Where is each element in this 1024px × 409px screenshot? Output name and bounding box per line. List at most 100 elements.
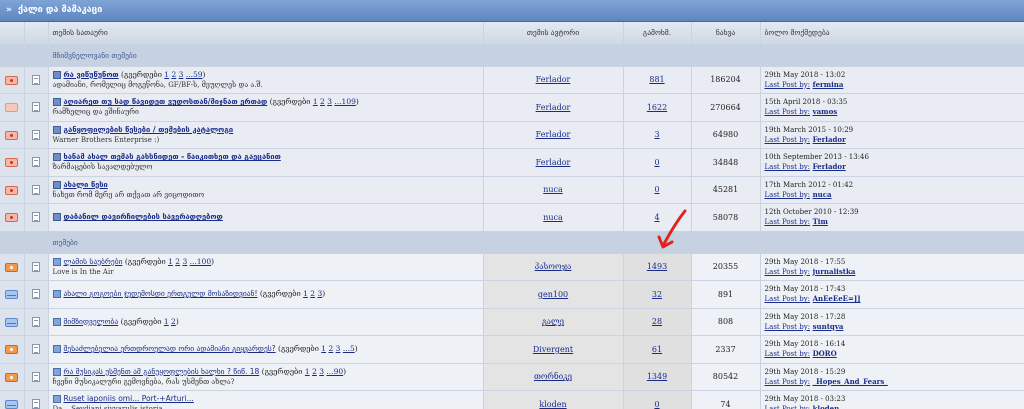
- last-post-user-link[interactable]: Tim: [813, 217, 828, 226]
- last-post-user-link[interactable]: kloden: [813, 404, 840, 409]
- col-replies-header[interactable]: გამოხმ.: [623, 22, 692, 45]
- pin-icon: [52, 70, 61, 79]
- title-cell: ხანამ ახალ თემას გახსნიდეთ - წაიკითხეთ დ…: [48, 148, 484, 177]
- page-link[interactable]: 3: [327, 97, 332, 106]
- topic-title-link[interactable]: ახალი წესი: [64, 180, 108, 189]
- last-post-link[interactable]: Last Post by:: [765, 136, 811, 144]
- author-link[interactable]: nuca: [543, 185, 563, 194]
- page-link[interactable]: 3: [336, 344, 341, 353]
- page-link[interactable]: 1: [303, 289, 308, 298]
- last-post-user-link[interactable]: vamos: [813, 107, 838, 116]
- last-post-user-link[interactable]: Ferlador: [813, 162, 846, 171]
- last-post-link[interactable]: Last Post by:: [765, 163, 811, 171]
- replies-link[interactable]: 4: [654, 213, 659, 222]
- author-link[interactable]: nuca: [543, 213, 563, 222]
- author-link[interactable]: Ferlador: [536, 103, 571, 112]
- last-post-link[interactable]: Last Post by:: [765, 405, 811, 409]
- page-link[interactable]: 1: [164, 317, 169, 326]
- page-link[interactable]: 1: [321, 344, 326, 353]
- replies-link[interactable]: 28: [652, 317, 662, 326]
- author-link[interactable]: Ferlador: [536, 130, 571, 139]
- collapse-arrow-icon[interactable]: »: [6, 5, 12, 15]
- topic-icon-cell: [24, 121, 49, 149]
- last-post-link[interactable]: Last Post by:: [765, 350, 811, 358]
- col-author-header[interactable]: თემის ავტორი: [483, 22, 624, 45]
- page-link[interactable]: 2: [171, 70, 176, 79]
- topic-title-link[interactable]: რა მუსიკას უსმენთ ამ განუყოფლების ხალხი …: [64, 367, 260, 376]
- last-post-link[interactable]: Last Post by:: [765, 295, 811, 303]
- document-icon: [32, 74, 40, 85]
- page-link[interactable]: ...5: [343, 344, 355, 353]
- last-post-link[interactable]: Last Post by:: [765, 218, 811, 226]
- author-link[interactable]: kloden: [539, 400, 566, 409]
- page-link[interactable]: 2: [312, 367, 317, 376]
- topic-title-link[interactable]: ახალი გოგოები ჯუდემოსდი ერთგულდ მოსაზიდვ…: [64, 289, 258, 298]
- topic-icon-cell: [24, 363, 49, 391]
- last-post-link[interactable]: Last Post by:: [765, 81, 811, 89]
- page-link[interactable]: ...59: [186, 70, 203, 79]
- last-post-user-link[interactable]: DORO: [813, 349, 837, 358]
- author-link[interactable]: თორნიკე: [534, 372, 572, 381]
- page-link[interactable]: 1: [305, 367, 310, 376]
- col-last-header[interactable]: ბოლო მოქმედება: [760, 22, 1024, 45]
- last-post-user-link[interactable]: _Hopes_And_Fears_: [813, 377, 888, 386]
- col-views-header[interactable]: ნახვა: [691, 22, 761, 45]
- topic-paper-icon: [52, 345, 61, 354]
- page-link[interactable]: 1: [313, 97, 318, 106]
- author-link[interactable]: Divergent: [533, 345, 573, 354]
- page-link[interactable]: ...90: [326, 367, 343, 376]
- last-post-user-link[interactable]: fermina: [813, 80, 844, 89]
- author-link[interactable]: ჰასოოჯა: [535, 262, 572, 271]
- page-link[interactable]: ...100: [190, 257, 211, 266]
- topic-title-link[interactable]: Ruset iaponiis omi... Port-+Arturi...: [64, 394, 194, 403]
- topic-title-link[interactable]: დაბანილ დავირჩილების სავერადღებოდ: [64, 212, 223, 221]
- last-post-link[interactable]: Last Post by:: [765, 323, 811, 331]
- topic-title-link[interactable]: აღიარეთ თუ სად წავიდეთ ვუდოსთან/მიჯნათ ე…: [64, 97, 268, 106]
- author-link[interactable]: Ferlador: [536, 75, 571, 84]
- replies-link[interactable]: 1622: [647, 103, 667, 112]
- page-link[interactable]: 2: [171, 317, 176, 326]
- topic-title-link[interactable]: განყოფილების წესები / თემების კატალოგი: [64, 125, 234, 134]
- replies-link[interactable]: 61: [652, 345, 662, 354]
- last-post-link[interactable]: Last Post by:: [765, 191, 811, 199]
- page-link[interactable]: 3: [179, 70, 184, 79]
- replies-link[interactable]: 1493: [647, 262, 667, 271]
- last-post-link[interactable]: Last Post by:: [765, 378, 811, 386]
- topic-title-link[interactable]: მიმზიდველობა: [64, 317, 119, 326]
- last-post-user-link[interactable]: Ferlador: [813, 135, 846, 144]
- page-link[interactable]: 1: [164, 70, 169, 79]
- page-link[interactable]: 1: [168, 257, 173, 266]
- last-post-cell: 29th May 2018 - 03:23Last Post by: klode…: [760, 390, 1024, 409]
- last-post-user-link[interactable]: suntqva: [813, 322, 844, 331]
- last-post-user-link[interactable]: AnEeEeE=]]: [813, 294, 861, 303]
- author-link[interactable]: გალე: [542, 317, 564, 326]
- replies-link[interactable]: 1349: [647, 372, 667, 381]
- topic-title-link[interactable]: ხანამ ახალ თემას გახსნიდეთ - წაიკითხეთ დ…: [64, 152, 281, 161]
- replies-link[interactable]: 881: [649, 75, 664, 84]
- col-title-header[interactable]: თემის სათაური: [48, 22, 484, 45]
- replies-link[interactable]: 0: [654, 185, 659, 194]
- page-link[interactable]: 2: [175, 257, 180, 266]
- last-post-link[interactable]: Last Post by:: [765, 268, 811, 276]
- page-link[interactable]: 2: [328, 344, 333, 353]
- page-link[interactable]: 2: [310, 289, 315, 298]
- author-link[interactable]: Ferlador: [536, 158, 571, 167]
- page-link[interactable]: 3: [319, 367, 324, 376]
- page-link[interactable]: 2: [320, 97, 325, 106]
- last-post-user-link[interactable]: nuca: [813, 190, 832, 199]
- replies-link[interactable]: 32: [652, 290, 662, 299]
- status-cell: [0, 280, 25, 309]
- topic-title-link[interactable]: შესაძლებელია ერთდროულად ორი ადამიანი გიყ…: [64, 344, 276, 353]
- replies-link[interactable]: 0: [654, 400, 659, 409]
- last-post-user-link[interactable]: jurnalistka: [813, 267, 856, 276]
- page-link[interactable]: 3: [317, 289, 322, 298]
- author-link[interactable]: gen100: [538, 290, 568, 299]
- replies-link[interactable]: 0: [654, 158, 659, 167]
- topic-title-link[interactable]: რა ვიწუწუნოთ: [64, 70, 119, 79]
- page-link[interactable]: 3: [182, 257, 187, 266]
- page-link[interactable]: ...109: [334, 97, 355, 106]
- last-post-link[interactable]: Last Post by:: [765, 108, 811, 116]
- replies-link[interactable]: 3: [654, 130, 659, 139]
- topic-status-icon: [5, 345, 19, 354]
- topic-title-link[interactable]: ლამის საუბრები: [64, 257, 123, 266]
